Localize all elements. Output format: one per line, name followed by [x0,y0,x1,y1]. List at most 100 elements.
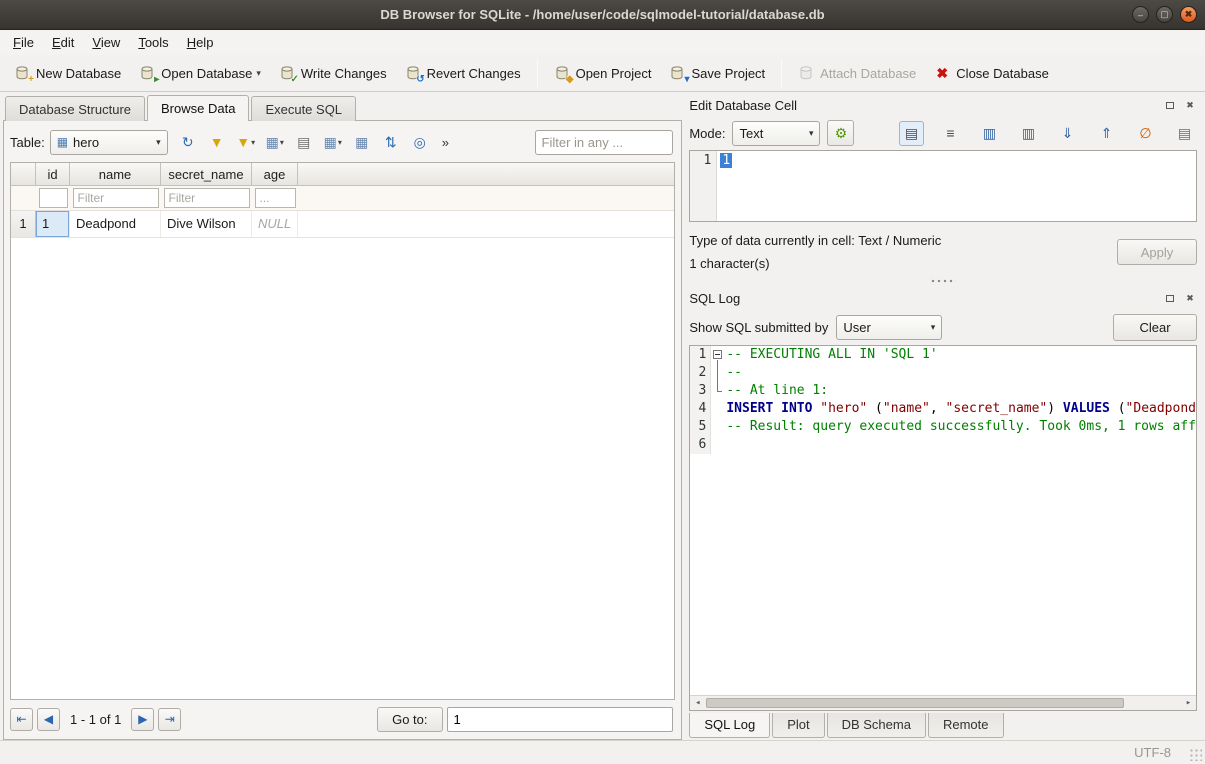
float-panel-button[interactable] [1163,98,1177,112]
close-database-label: Close Database [956,66,1049,81]
dock-tab-remote[interactable]: Remote [928,713,1004,738]
data-grid: idnamesecret_nameage 11DeadpondDive Wils… [10,162,675,700]
scroll-left-icon[interactable]: ◂ [690,696,705,710]
toolbar-separator [537,59,538,87]
menu-help[interactable]: Help [178,32,223,53]
sql-segment: ( [1110,401,1126,416]
column-filter-input[interactable] [39,188,68,208]
export-data-button[interactable]: ⇑ [1094,121,1119,146]
goto-button[interactable]: Go to: [377,707,442,732]
cell-editor[interactable]: 1 1 [689,150,1197,222]
column-header-age[interactable]: age [252,163,298,185]
statusbar: UTF-8 [0,740,1205,764]
word-wrap-icon: ≡ [946,125,954,141]
toolbar-overflow-button[interactable]: » [438,133,453,152]
revert-changes-button[interactable]: ↺Revert Changes [397,61,529,85]
delete-record-button[interactable]: ▦ [351,130,373,154]
menu-tools[interactable]: Tools [129,32,177,53]
sql-log-text: -- [724,364,742,382]
column-filter-input[interactable] [255,188,296,208]
revert-changes-icon: ↺ [405,65,421,81]
auto-format-button[interactable]: ⚙ [827,120,854,146]
table-selector[interactable]: ▦ hero ▾ [50,130,168,155]
print-cell-button[interactable]: ▤ [1172,121,1197,146]
sort-records-button[interactable]: ⇅ [380,130,402,154]
last-record-button[interactable]: ⇥ [158,708,181,731]
goto-input[interactable] [447,707,673,732]
open-database-button[interactable]: ▸Open Database▾ [131,61,269,85]
next-record-button[interactable]: ▶ [131,708,154,731]
browse-toolbar: Table: ▦ hero ▾ ↻▼▼▾▦▾▤▦▾▦⇅◎ » [10,127,675,157]
save-file-button[interactable]: ▥ [1016,121,1041,146]
cell-editor-line-number: 1 [690,151,717,221]
sql-log-view[interactable]: 1-- EXECUTING ALL IN 'SQL 1'2--3-- At li… [689,345,1197,711]
resize-grip[interactable] [1189,748,1202,761]
clear-all-filters-button[interactable]: ▼ [206,130,228,154]
clear-log-button[interactable]: Clear [1113,314,1197,341]
dock-tab-sql-log[interactable]: SQL Log [689,713,770,738]
set-null-button[interactable]: ∅ [1133,121,1158,146]
column-header-id[interactable]: id [36,163,70,185]
column-filter-input[interactable] [164,188,250,208]
filter-cell [36,186,70,210]
sql-segment: -- Result: query executed successfully. … [726,419,1196,434]
first-record-button[interactable]: ⇤ [10,708,33,731]
mode-selector[interactable]: Text ▾ [732,121,820,146]
find-in-cells-button[interactable]: ◎ [409,130,431,154]
close-button[interactable]: ✖ [1180,6,1197,23]
tab-browse-data[interactable]: Browse Data [147,95,249,121]
column-header-secret-name[interactable]: secret_name [161,163,252,185]
scrollbar-thumb[interactable] [706,698,1124,708]
fold-marker-icon[interactable] [711,346,724,364]
grid-cell[interactable]: Deadpond [70,211,161,237]
grid-cell[interactable]: Dive Wilson [161,211,252,237]
dock-tab-db-schema[interactable]: DB Schema [827,713,926,738]
panel-splitter[interactable] [689,275,1197,287]
scroll-right-icon[interactable]: ▸ [1181,696,1196,710]
horizontal-scrollbar[interactable]: ◂ ▸ [690,695,1196,710]
maximize-button[interactable]: ▢ [1156,6,1173,23]
chevron-down-icon: ▾ [156,137,161,148]
sql-log-text: -- Result: query executed successfully. … [724,418,1196,436]
sql-source-selector[interactable]: User ▾ [836,315,942,340]
close-panel-button[interactable]: ✖ [1183,291,1197,305]
close-panel-button[interactable]: ✖ [1183,98,1197,112]
fold-gutter [711,400,724,418]
export-results-button[interactable]: ▦▾ [264,130,286,154]
sql-segment: ) [1047,401,1063,416]
titlebar: DB Browser for SQLite - /home/user/code/… [0,0,1205,30]
close-database-button[interactable]: ✖Close Database [926,61,1057,85]
row-number[interactable]: 1 [11,211,36,237]
float-panel-button[interactable] [1163,291,1177,305]
print-button[interactable]: ▤ [293,130,315,154]
save-project-button[interactable]: ▾Save Project [661,61,773,85]
open-project-button[interactable]: ◆Open Project [546,61,660,85]
column-header-name[interactable]: name [70,163,161,185]
cell-editor-content-area[interactable]: 1 [717,151,735,221]
minimize-button[interactable]: – [1132,6,1149,23]
column-filter-input[interactable] [73,188,159,208]
tab-database-structure[interactable]: Database Structure [5,96,145,121]
grid-cell[interactable]: 1 [36,211,70,237]
insert-record-button[interactable]: ▦▾ [322,130,344,154]
filter-options-button[interactable]: ▼▾ [235,130,257,154]
table-row: 11DeadpondDive WilsonNULL [11,211,674,238]
filter-any-input[interactable] [535,130,673,155]
previous-record-button[interactable]: ◀ [37,708,60,731]
word-wrap-button[interactable]: ≡ [938,121,963,146]
grid-cell[interactable]: NULL [252,211,298,237]
write-changes-button[interactable]: ✓Write Changes [271,61,395,85]
menu-file[interactable]: File [4,32,43,53]
cell-size-info: 1 character(s) [689,252,1117,275]
import-data-button[interactable]: ⇓ [1055,121,1080,146]
sql-log-line: 5-- Result: query executed successfully.… [690,418,1196,436]
menu-view[interactable]: View [83,32,129,53]
open-file-button[interactable]: ▥ [977,121,1002,146]
menu-edit[interactable]: Edit [43,32,83,53]
text-mode-button[interactable]: ▤ [899,121,924,146]
new-database-button[interactable]: +New Database [6,61,129,85]
refresh-button[interactable]: ↻ [177,130,199,154]
dock-tab-plot[interactable]: Plot [772,713,824,738]
grid-filter-row [11,186,674,211]
tab-execute-sql[interactable]: Execute SQL [251,96,356,121]
